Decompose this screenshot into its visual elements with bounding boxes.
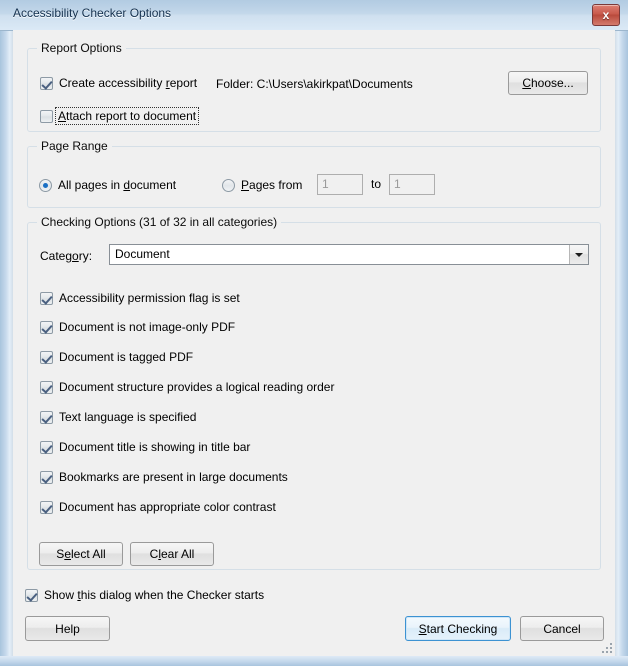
radio-all-pages-label: All pages in document: [58, 178, 177, 192]
checkbox-create-accessibility-report[interactable]: Create accessibility report: [40, 76, 197, 90]
window-title: Accessibility Checker Options: [13, 6, 172, 20]
check-item-4[interactable]: Text language is specified: [40, 410, 196, 424]
close-icon: x: [602, 8, 610, 22]
clear-all-button-label: Clear All: [149, 547, 195, 561]
check-item-5-box[interactable]: [40, 440, 53, 454]
choose-folder-button-label: Choose...: [522, 76, 574, 90]
window-frame-bottom: [0, 656, 628, 666]
check-item-7-label: Document has appropriate color contrast: [59, 500, 276, 514]
clear-all-button[interactable]: Clear All: [130, 542, 214, 566]
help-button[interactable]: Help: [25, 616, 110, 641]
radio-pages-from-control[interactable]: [222, 178, 235, 192]
check-item-0[interactable]: Accessibility permission flag is set: [40, 291, 240, 305]
cancel-button-label: Cancel: [543, 621, 581, 636]
group-report-options-legend: Report Options: [37, 41, 126, 55]
check-item-3-label: Document structure provides a logical re…: [59, 380, 335, 394]
start-checking-button-label: Start Checking: [418, 621, 498, 636]
check-item-4-label: Text language is specified: [59, 410, 197, 424]
cancel-button[interactable]: Cancel: [520, 616, 604, 641]
check-item-1-label: Document is not image-only PDF: [59, 320, 236, 334]
checkbox-attach-report-box[interactable]: [40, 109, 53, 123]
page-range-to-label: to: [371, 177, 382, 191]
choose-folder-button[interactable]: Choose...: [508, 71, 588, 95]
check-item-0-box[interactable]: [40, 291, 53, 305]
checkbox-show-dialog-on-start[interactable]: Show this dialog when the Checker starts: [25, 588, 264, 602]
window-frame-right: [615, 0, 628, 666]
check-item-6[interactable]: Bookmarks are present in large documents: [40, 470, 288, 484]
checkbox-show-dialog-label: Show this dialog when the Checker starts: [44, 588, 265, 602]
dialog-window: Accessibility Checker Options x Report O…: [0, 0, 628, 666]
category-dropdown-value: Document: [115, 247, 170, 261]
category-dropdown[interactable]: Document: [109, 244, 589, 265]
check-item-4-box[interactable]: [40, 410, 53, 424]
check-item-6-label: Bookmarks are present in large documents: [59, 470, 288, 484]
title-bar[interactable]: Accessibility Checker Options x: [0, 0, 628, 31]
select-all-button-label: Select All: [56, 547, 106, 561]
radio-all-pages-in-document[interactable]: All pages in document: [39, 178, 176, 192]
check-item-1[interactable]: Document is not image-only PDF: [40, 320, 235, 334]
select-all-button[interactable]: Select All: [39, 542, 123, 566]
radio-pages-from[interactable]: Pages from: [222, 178, 302, 192]
dialog-client-area: Report Options Create accessibility repo…: [13, 30, 615, 656]
checkbox-create-report-box[interactable]: [40, 76, 53, 90]
radio-all-pages-control[interactable]: [39, 178, 52, 192]
check-item-1-box[interactable]: [40, 320, 53, 334]
check-item-2[interactable]: Document is tagged PDF: [40, 350, 193, 364]
page-to-input[interactable]: 1: [389, 174, 435, 195]
window-frame-left: [0, 0, 13, 666]
check-item-7[interactable]: Document has appropriate color contrast: [40, 500, 276, 514]
checkbox-create-report-label: Create accessibility report: [59, 76, 198, 90]
radio-pages-from-label: Pages from: [241, 178, 303, 192]
check-item-3[interactable]: Document structure provides a logical re…: [40, 380, 334, 394]
group-page-range: Page Range: [27, 139, 601, 208]
chevron-down-icon[interactable]: [569, 245, 588, 264]
group-checking-options-legend: Checking Options (31 of 32 in all catego…: [37, 215, 282, 229]
category-label: Category:: [40, 249, 93, 263]
checkbox-attach-report-to-document[interactable]: Attach report to document: [40, 107, 200, 125]
resize-grip[interactable]: [600, 641, 612, 653]
check-item-2-box[interactable]: [40, 350, 53, 364]
start-checking-button[interactable]: Start Checking: [405, 616, 511, 641]
check-item-2-label: Document is tagged PDF: [59, 350, 194, 364]
check-item-7-box[interactable]: [40, 500, 53, 514]
checkbox-attach-report-label: Attach report to document: [54, 107, 200, 125]
close-button[interactable]: x: [592, 4, 620, 26]
group-page-range-legend: Page Range: [37, 139, 112, 153]
check-item-6-box[interactable]: [40, 470, 53, 484]
check-item-3-box[interactable]: [40, 380, 53, 394]
group-checking-options: Checking Options (31 of 32 in all catego…: [27, 215, 601, 570]
check-item-5-label: Document title is showing in title bar: [59, 440, 251, 454]
help-button-label: Help: [55, 621, 80, 636]
page-from-input[interactable]: 1: [317, 174, 363, 195]
checkbox-show-dialog-box[interactable]: [25, 588, 38, 602]
check-item-5[interactable]: Document title is showing in title bar: [40, 440, 250, 454]
folder-path-text: Folder: C:\Users\akirkpat\Documents: [216, 77, 413, 91]
check-item-0-label: Accessibility permission flag is set: [59, 291, 240, 305]
